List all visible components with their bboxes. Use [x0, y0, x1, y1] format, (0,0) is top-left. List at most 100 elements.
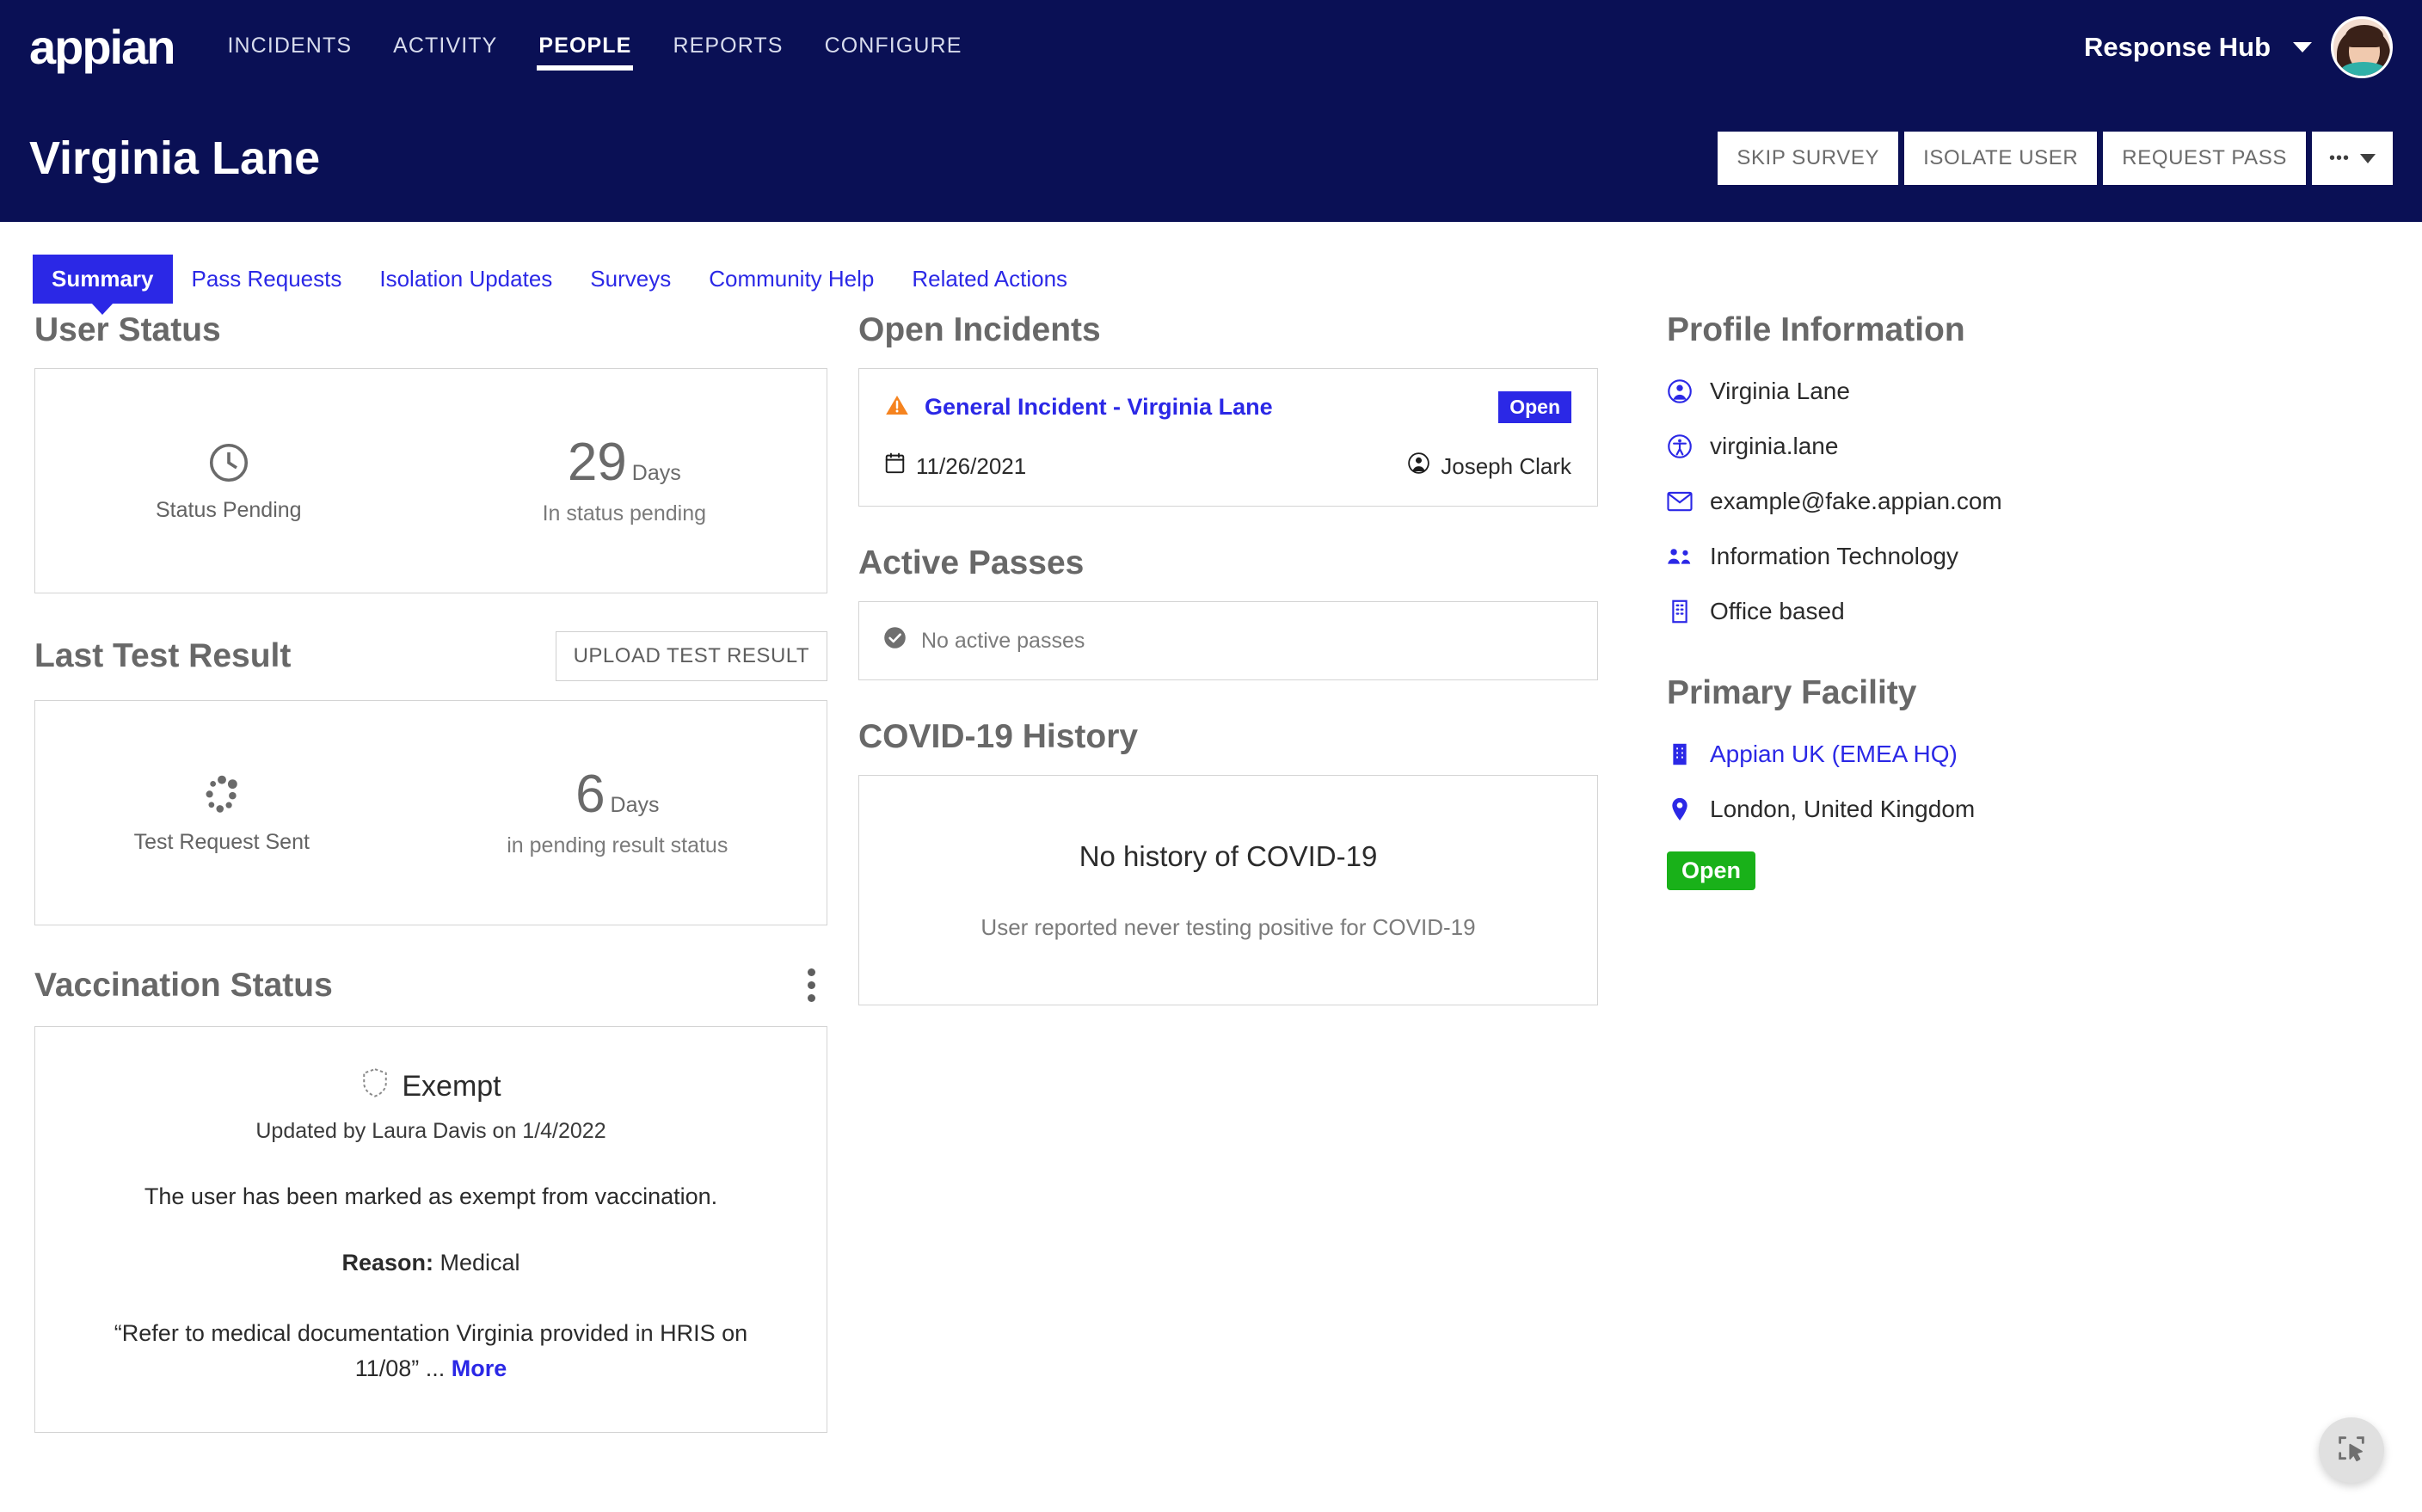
last-test-state-label: Test Request Sent	[133, 829, 310, 854]
chevron-down-icon[interactable]	[2293, 42, 2312, 52]
nav-item-people[interactable]: PEOPLE	[537, 28, 634, 71]
kebab-dot	[808, 968, 815, 976]
accessibility-icon	[1667, 434, 1693, 458]
incident-title-link[interactable]: General Incident - Virginia Lane	[925, 394, 1273, 421]
vaccination-reason-value: Medical	[440, 1250, 520, 1275]
people-group-icon	[1667, 546, 1693, 567]
vaccination-reason: Reason: Medical	[70, 1250, 792, 1276]
last-test-heading: Last Test Result	[34, 637, 292, 674]
incident-owner-text: Joseph Clark	[1441, 452, 1571, 479]
tab-community-help[interactable]: Community Help	[690, 255, 893, 304]
facility-row-location: London, United Kingdom	[1667, 786, 2391, 833]
covid-history-card: No history of COVID-19 User reported nev…	[858, 775, 1598, 1005]
nav-right-cluster: Response Hub	[2084, 16, 2393, 78]
avatar-hair-top	[2345, 25, 2383, 47]
vaccination-body: The user has been marked as exempt from …	[144, 1183, 718, 1209]
warning-triangle-icon	[885, 394, 909, 421]
nav-item-reports[interactable]: REPORTS	[671, 28, 784, 67]
vaccination-status-row: Exempt	[70, 1066, 792, 1107]
last-test-card: Test Request Sent 6 Days in pending resu…	[34, 700, 827, 925]
summary-content: User Status Status Pending 29 Days In st…	[0, 298, 2422, 1433]
covid-history-heading: COVID-19 History	[858, 718, 1139, 755]
tab-surveys[interactable]: Surveys	[571, 255, 690, 304]
vaccination-updated: Updated by Laura Davis on 1/4/2022	[255, 1119, 606, 1143]
tab-isolation-updates[interactable]: Isolation Updates	[360, 255, 571, 304]
skip-survey-button[interactable]: SKIP SURVEY	[1718, 132, 1899, 185]
last-test-days: 6 Days in pending result status	[507, 764, 728, 858]
upload-test-result-button[interactable]: UPLOAD TEST RESULT	[555, 631, 827, 681]
vaccination-header: Vaccination Status	[34, 963, 827, 1007]
covid-history-subtitle: User reported never testing positive for…	[980, 913, 1476, 940]
facility-row-name[interactable]: Appian UK (EMEA HQ)	[1667, 731, 2391, 778]
person-circle-icon	[1667, 379, 1693, 403]
profile-row-worktype: Office based	[1667, 588, 2391, 635]
kebab-dot	[808, 994, 815, 1002]
last-test-days-value: 6	[575, 764, 606, 824]
profile-name-text: Virginia Lane	[1710, 378, 1850, 404]
main-nav-links: INCIDENTS ACTIVITY PEOPLE REPORTS CONFIG…	[225, 28, 964, 71]
profile-information-list: Virginia Lane virginia.lane example@fake…	[1667, 368, 2391, 635]
calendar-icon	[885, 452, 905, 480]
appian-logo[interactable]: appian	[29, 23, 175, 71]
kebab-menu-icon[interactable]	[796, 963, 827, 1007]
vaccination-heading: Vaccination Status	[34, 966, 333, 1004]
last-test-days-unit: Days	[610, 792, 660, 817]
spinner-icon	[134, 771, 310, 818]
select-cursor-fab[interactable]	[2319, 1417, 2384, 1483]
vaccination-quote: “Refer to medical documentation Virginia…	[70, 1316, 792, 1386]
building-icon	[1667, 599, 1693, 624]
page-title: Virginia Lane	[29, 132, 321, 184]
hub-name-label[interactable]: Response Hub	[2084, 32, 2271, 63]
last-test-state: Test Request Sent	[134, 771, 310, 855]
user-status-days-sub: In status pending	[542, 501, 706, 526]
request-pass-button[interactable]: REQUEST PASS	[2103, 132, 2306, 185]
active-passes-heading: Active Passes	[858, 544, 1085, 581]
profile-row-department: Information Technology	[1667, 533, 2391, 580]
vaccination-quote-text: “Refer to medical documentation Virginia…	[114, 1320, 748, 1381]
user-status-card: Status Pending 29 Days In status pending	[34, 368, 827, 593]
user-status-heading: User Status	[34, 311, 221, 348]
primary-facility-list: Appian UK (EMEA HQ) London, United Kingd…	[1667, 731, 2391, 833]
user-status-state: Status Pending	[156, 439, 302, 523]
shield-check-dashed-icon	[360, 1066, 390, 1107]
profile-department-text: Information Technology	[1710, 543, 1958, 569]
record-tabs: Summary Pass Requests Isolation Updates …	[0, 222, 2422, 304]
check-circle-icon	[883, 626, 907, 655]
clock-icon	[156, 439, 302, 486]
profile-information-heading: Profile Information	[1667, 311, 1965, 348]
tab-related-actions[interactable]: Related Actions	[893, 255, 1086, 304]
isolate-user-button[interactable]: ISOLATE USER	[1904, 132, 2098, 185]
facility-name-link[interactable]: Appian UK (EMEA HQ)	[1710, 741, 1958, 768]
incident-card[interactable]: General Incident - Virginia Lane Open 11…	[858, 368, 1598, 507]
page-title-bar: Virginia Lane SKIP SURVEY ISOLATE USER R…	[0, 95, 2422, 222]
incident-meta-row: 11/26/2021 Joseph Clark	[885, 452, 1571, 480]
last-test-header: Last Test Result UPLOAD TEST RESULT	[34, 631, 827, 681]
building-icon	[1667, 742, 1693, 766]
avatar-shoulder	[2340, 62, 2387, 76]
vaccination-card: Exempt Updated by Laura Davis on 1/4/202…	[34, 1026, 827, 1433]
facility-status-badge: Open	[1667, 851, 1756, 890]
nav-item-incidents[interactable]: INCIDENTS	[225, 28, 353, 67]
profile-worktype-text: Office based	[1710, 598, 1845, 624]
incident-header-row: General Incident - Virginia Lane Open	[885, 391, 1571, 423]
vaccination-more-link[interactable]: More	[452, 1355, 507, 1381]
tab-pass-requests[interactable]: Pass Requests	[173, 255, 361, 304]
chevron-down-icon	[2360, 153, 2376, 163]
user-status-days-unit: Days	[631, 460, 681, 485]
person-icon	[1408, 452, 1430, 480]
covid-history-title: No history of COVID-19	[1079, 839, 1378, 872]
profile-row-username: virginia.lane	[1667, 423, 2391, 470]
incident-date-text: 11/26/2021	[916, 452, 1027, 479]
avatar[interactable]	[2331, 16, 2393, 78]
last-test-days-sub: in pending result status	[507, 833, 728, 857]
profile-row-name: Virginia Lane	[1667, 368, 2391, 415]
profile-username-text: virginia.lane	[1710, 433, 1839, 459]
right-column: Profile Information Virginia Lane virgin…	[1650, 311, 2391, 1433]
nav-item-activity[interactable]: ACTIVITY	[391, 28, 499, 67]
map-pin-icon	[1667, 797, 1693, 821]
user-status-days-value: 29	[567, 432, 627, 492]
active-passes-empty: No active passes	[859, 602, 1597, 679]
tab-summary[interactable]: Summary	[33, 255, 173, 304]
more-actions-button[interactable]: •••	[2311, 132, 2393, 185]
nav-item-configure[interactable]: CONFIGURE	[823, 28, 964, 67]
